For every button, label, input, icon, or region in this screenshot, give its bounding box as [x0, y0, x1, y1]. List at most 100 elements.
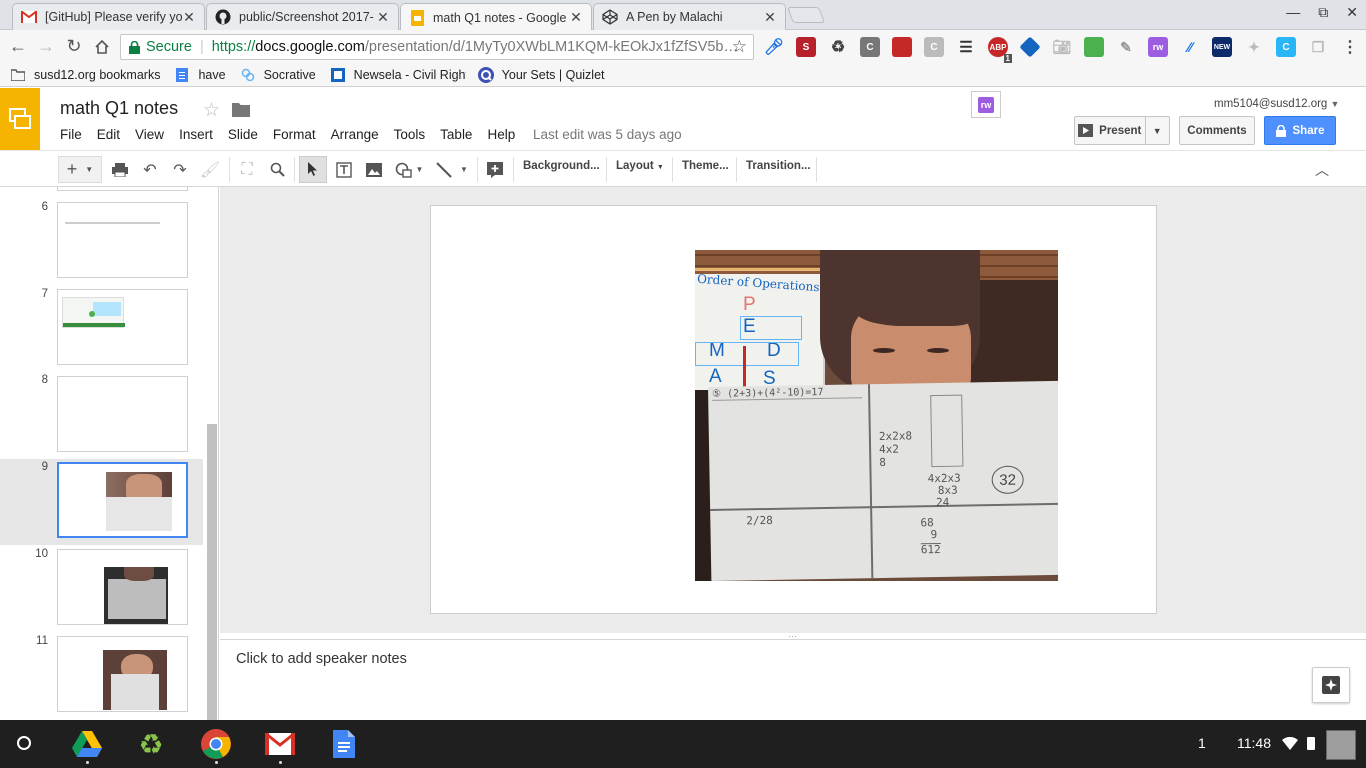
share-button[interactable]: Share: [1264, 116, 1336, 145]
insert-comment-icon[interactable]: [483, 156, 507, 183]
collapse-toolbar-icon[interactable]: ︿: [1310, 156, 1334, 183]
bookmark-newsela[interactable]: Newsela - Civil Rights: [330, 67, 466, 82]
text-box-icon[interactable]: [332, 156, 356, 183]
new-slide-button[interactable]: + ▼: [58, 156, 102, 183]
back-icon[interactable]: ←: [4, 33, 32, 61]
filmstrip-scrollbar[interactable]: [207, 424, 217, 720]
menu-arrange[interactable]: Arrange: [331, 127, 379, 142]
close-icon[interactable]: ✕: [763, 9, 777, 26]
slide-thumbnail-8[interactable]: [57, 376, 188, 452]
menu-help[interactable]: Help: [487, 127, 515, 142]
notification-count[interactable]: 1: [1198, 735, 1206, 751]
recycle-ext-icon[interactable]: ♻: [828, 37, 848, 57]
speaker-notes-placeholder[interactable]: Click to add speaker notes: [236, 651, 407, 667]
menu-view[interactable]: View: [135, 127, 164, 142]
slide-thumbnail-7[interactable]: [57, 289, 188, 365]
menu-slide[interactable]: Slide: [228, 127, 258, 142]
star-doc-icon[interactable]: ☆: [203, 99, 220, 122]
chrome-icon[interactable]: [201, 729, 231, 759]
undo-icon[interactable]: ↶: [138, 156, 162, 183]
list-icon[interactable]: ☰: [956, 37, 976, 57]
star-icon[interactable]: ☆: [732, 37, 747, 57]
new-tab-button[interactable]: [787, 7, 825, 23]
ext-bars-icon[interactable]: ∕∕: [1180, 37, 1200, 57]
account-email[interactable]: mm5104@susd12.org ▼: [1214, 98, 1339, 110]
slide-thumbnail-10[interactable]: [57, 549, 188, 625]
wifi-icon[interactable]: [1282, 736, 1298, 753]
ext-c-icon[interactable]: C: [860, 37, 880, 57]
battery-icon[interactable]: [1307, 737, 1315, 750]
ext-book-icon[interactable]: [892, 37, 912, 57]
ext-rw-icon[interactable]: rw: [1148, 37, 1168, 57]
menu-tools[interactable]: Tools: [394, 127, 426, 142]
print-icon[interactable]: [108, 156, 132, 183]
select-tool-icon[interactable]: [299, 156, 327, 183]
present-dropdown-icon[interactable]: ▼: [1146, 126, 1170, 136]
ext-copy-icon[interactable]: ❐: [1308, 37, 1328, 57]
tab-github-screenshot[interactable]: public/Screenshot 2017- ✕: [206, 3, 399, 30]
present-button[interactable]: Present ▼: [1074, 116, 1170, 145]
slide-thumbnail-6[interactable]: [57, 202, 188, 278]
comments-button[interactable]: Comments: [1179, 116, 1255, 145]
rw-extension-button[interactable]: rw: [971, 91, 1001, 118]
recycle-icon[interactable]: ♻: [136, 729, 166, 760]
slide-thumbnail-11[interactable]: [57, 636, 188, 712]
paint-format-icon[interactable]: 🖌︎: [198, 156, 222, 183]
folder-move-icon[interactable]: [232, 102, 250, 120]
reload-icon[interactable]: ↻: [60, 33, 88, 61]
transition-button[interactable]: Transition...: [746, 160, 811, 172]
menu-table[interactable]: Table: [440, 127, 472, 142]
menu-insert[interactable]: Insert: [179, 127, 213, 142]
image-icon[interactable]: [362, 156, 386, 183]
drive-icon[interactable]: [72, 729, 102, 759]
menu-edit[interactable]: Edit: [97, 127, 120, 142]
ext-pen-icon[interactable]: ✎: [1116, 37, 1136, 57]
ext-c-blue-icon[interactable]: C: [1276, 37, 1296, 57]
bookmark-socrative[interactable]: Socrative: [240, 68, 316, 82]
zoom-fit-icon[interactable]: ⛶: [235, 156, 259, 183]
bookmark-have[interactable]: have: [174, 67, 226, 82]
background-button[interactable]: Background...: [523, 160, 600, 172]
line-icon[interactable]: ▼: [432, 156, 472, 183]
theme-button[interactable]: Theme...: [682, 160, 729, 172]
close-icon[interactable]: ✕: [376, 9, 390, 26]
home-icon[interactable]: [88, 33, 116, 61]
docs-icon[interactable]: [329, 729, 359, 759]
tab-math-q1-notes[interactable]: math Q1 notes - Google ✕: [400, 3, 592, 31]
maximize-icon[interactable]: ⧉: [1318, 4, 1328, 21]
explore-button[interactable]: [1312, 667, 1350, 703]
gmail-shelf-icon[interactable]: [265, 729, 295, 759]
adblock-icon[interactable]: ABP 1: [988, 37, 1012, 63]
bookmark-susd12[interactable]: susd12.org bookmarks: [10, 68, 160, 82]
address-bar[interactable]: Secure | https:// docs.google.com /prese…: [120, 34, 754, 60]
launcher-icon[interactable]: [17, 736, 31, 750]
document-title[interactable]: math Q1 notes: [60, 98, 178, 119]
slide-thumbnail-5[interactable]: [57, 187, 188, 191]
close-icon[interactable]: ✕: [569, 9, 583, 26]
ext-c-gray-icon[interactable]: C: [924, 37, 944, 57]
clock[interactable]: 11:48: [1237, 735, 1271, 751]
avatar[interactable]: [1326, 730, 1356, 760]
bookmark-quizlet[interactable]: Your Sets | Quizlet: [477, 66, 605, 83]
redo-icon[interactable]: ↷: [168, 156, 192, 183]
shape-icon[interactable]: ▼: [392, 156, 426, 183]
slide-thumbnail-9[interactable]: [57, 462, 188, 538]
last-edit-status[interactable]: Last edit was 5 days ago: [533, 127, 682, 142]
menu-icon[interactable]: ⋮: [1340, 37, 1360, 57]
zoom-icon[interactable]: [265, 156, 289, 183]
tab-github-verify[interactable]: [GitHub] Please verify yo ✕: [12, 3, 205, 30]
forward-icon[interactable]: →: [32, 33, 60, 61]
tab-codepen[interactable]: A Pen by Malachi ✕: [593, 3, 786, 30]
slide-photo[interactable]: Order of Operations P E M D A S ⑤ (2+3)+…: [695, 250, 1058, 581]
minimize-icon[interactable]: —: [1286, 4, 1300, 21]
slides-home-icon[interactable]: [0, 88, 40, 150]
resize-handle[interactable]: ···: [788, 631, 797, 641]
menu-format[interactable]: Format: [273, 127, 316, 142]
microphone-icon[interactable]: 🎤︎: [764, 37, 784, 57]
ext-diamond-icon[interactable]: [1019, 36, 1041, 58]
ext-new-icon[interactable]: NEW: [1212, 37, 1232, 57]
close-icon[interactable]: ✕: [182, 9, 196, 26]
camera-icon[interactable]: 📷︎: [1052, 37, 1072, 57]
ext-swirl-icon[interactable]: ✦: [1244, 37, 1264, 57]
ext-s-icon[interactable]: S: [796, 37, 816, 57]
